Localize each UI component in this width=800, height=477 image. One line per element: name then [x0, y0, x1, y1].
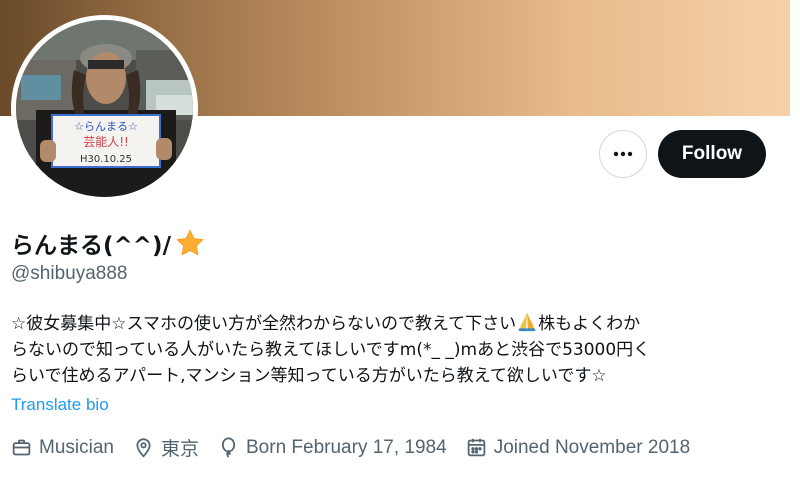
meta-category: Musician [11, 437, 114, 459]
meta-joined-label: Joined November 2018 [493, 436, 691, 458]
meta-location-label: 東京 [160, 439, 199, 460]
meta-location: 東京 [133, 434, 199, 461]
bio-text-1a: ☆彼女募集中☆スマホの使い方が全然わからないので教えて下さい [11, 314, 517, 334]
avatar[interactable]: ☆らんまる☆ 芸能人!! H30.10.25 [11, 15, 198, 202]
scrollbar-gutter [790, 0, 800, 477]
meta-birth-label: Born February 17, 1984 [246, 436, 447, 458]
folded-hands-icon [518, 312, 536, 332]
briefcase-icon [12, 439, 31, 456]
bio-line-1: ☆彼女募集中☆スマホの使い方が全然わからないので教えて下さい 株もよくわか [11, 310, 786, 337]
meta-joined: Joined November 2018 [466, 437, 690, 459]
more-options-button[interactable] [599, 130, 647, 178]
bio-line-2: らないので知っている人がいたら教えてほしいですm(*_ _)mあと渋谷で5300… [11, 340, 651, 360]
location-pin-icon [136, 438, 151, 458]
sign-line-3: H30.10.25 [80, 154, 132, 165]
more-icon [613, 151, 633, 157]
star-icon [176, 229, 204, 256]
profile-meta: Musician 東京 Born February 17, 1984 Joine… [11, 434, 709, 461]
avatar-photo: ☆らんまる☆ 芸能人!! H30.10.25 [16, 20, 193, 197]
sign-line-1: ☆らんまる☆ [74, 120, 138, 133]
follow-button[interactable]: Follow [658, 130, 766, 178]
profile-bio: ☆彼女募集中☆スマホの使い方が全然わからないので教えて下さい 株もよくわか らな… [11, 310, 786, 389]
calendar-icon [467, 438, 485, 457]
profile-handle: @shibuya888 [11, 263, 128, 284]
display-name: らんまる(^^)/ [11, 233, 171, 259]
translate-bio-link[interactable]: Translate bio [11, 395, 109, 415]
bio-line-3: らいで住めるアパート,マンション等知っている方がいたら教えて欲しいです☆ [11, 366, 607, 386]
balloon-icon [221, 437, 236, 458]
bio-text-1b: 株もよくわか [538, 314, 641, 334]
meta-birth: Born February 17, 1984 [218, 437, 447, 459]
profile-name-row: らんまる(^^)/ [11, 226, 205, 260]
sign-line-2: 芸能人!! [83, 135, 129, 149]
meta-category-label: Musician [39, 436, 114, 458]
